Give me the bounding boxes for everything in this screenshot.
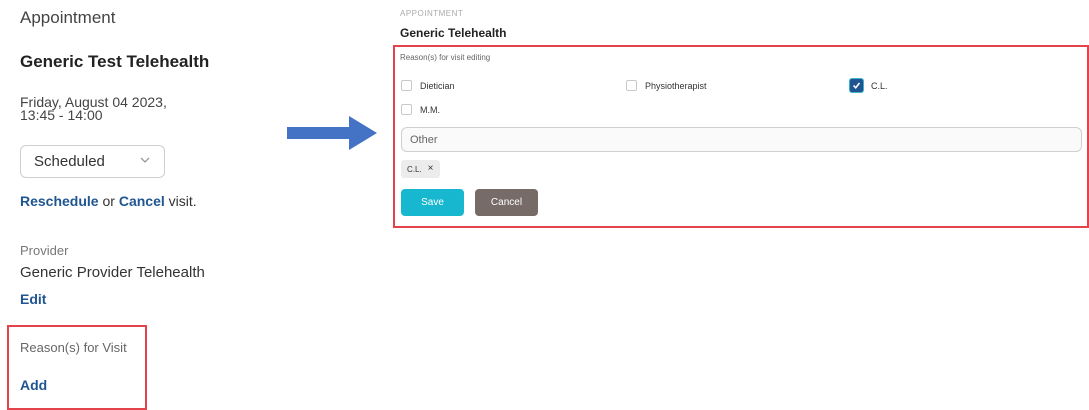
dietician-label: Dietician [420,80,455,91]
edit-panel-title: Generic Telehealth [400,26,507,40]
physiotherapist-checkbox[interactable] [626,80,637,91]
checkmark-icon [852,82,861,90]
reason-option-physiotherapist[interactable]: Physiotherapist [626,80,707,91]
appointment-heading: Appointment [20,8,116,27]
save-button[interactable]: Save [401,189,464,216]
appointment-datetime: Friday, August 04 2023, 13:45 - 14:00 [20,95,220,123]
chevron-down-icon [140,157,150,163]
selected-reason-chip: C.L. × [401,160,440,178]
add-reason-link[interactable]: Add [20,377,47,393]
cancel-button[interactable]: Cancel [475,189,538,216]
cancel-visit-link[interactable]: Cancel [119,193,165,209]
arrow-right-icon [287,116,377,150]
appointment-time: 13:45 - 14:00 [20,107,103,123]
chip-label: C.L. [407,164,422,174]
reason-option-cl[interactable]: C.L. [850,79,888,92]
reason-option-dietician[interactable]: Dietician [401,80,455,91]
provider-label: Provider [20,243,69,258]
actions-or-text: or [98,193,119,209]
status-select[interactable]: Scheduled [20,145,165,178]
edit-provider-link[interactable]: Edit [20,291,46,307]
reason-option-mm[interactable]: M.M. [401,104,440,115]
visit-actions: Reschedule or Cancel visit. [20,193,197,209]
reason-editing-label: Reason(s) for visit editing [400,53,491,62]
physiotherapist-label: Physiotherapist [645,80,707,91]
reschedule-link[interactable]: Reschedule [20,193,99,209]
edit-panel-caption: APPOINTMENT [400,9,464,18]
dietician-checkbox[interactable] [401,80,412,91]
actions-suffix-text: visit. [164,193,197,209]
reason-highlight-box [7,325,147,410]
chip-remove-icon[interactable]: × [428,164,434,174]
mm-label: M.M. [420,104,440,115]
status-select-value: Scheduled [34,153,105,170]
cl-checkbox[interactable] [850,79,863,92]
reason-for-visit-label: Reason(s) for Visit [20,340,127,355]
mm-checkbox[interactable] [401,104,412,115]
cl-label: C.L. [871,80,888,91]
other-reason-input[interactable] [401,127,1082,152]
provider-name: Generic Provider Telehealth [20,264,205,281]
appointment-title: Generic Test Telehealth [20,52,210,71]
